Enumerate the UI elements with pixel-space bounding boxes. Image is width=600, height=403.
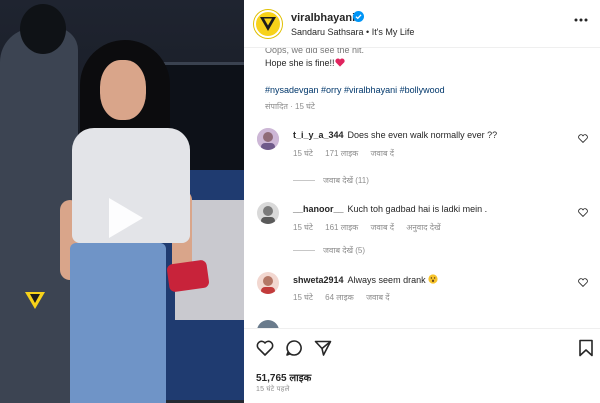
comment-like-count[interactable]: 161 लाइक (325, 223, 358, 232)
replies-divider-line (293, 250, 315, 252)
comments-scroll-area[interactable]: Oops, we did see the hit. Hope she is fi… (244, 48, 600, 328)
view-replies-label: जवाब देखें (11) (323, 176, 369, 185)
comment-reply-button[interactable]: जवाब दें (371, 149, 395, 158)
comment-body: __hanoor__ Kuch toh gadbad hai is ladki m… (293, 204, 487, 214)
avatar-image (257, 128, 279, 150)
comment-username[interactable]: __hanoor__ (293, 204, 344, 214)
account-avatar[interactable] (254, 10, 282, 38)
view-replies-button[interactable]: जवाब देखें (11) (293, 175, 369, 186)
comment-username[interactable]: shweta2914 (293, 275, 344, 285)
avatar-image (257, 202, 279, 224)
heart-icon[interactable] (578, 208, 588, 217)
comment-text: Kuch toh gadbad hai is ladki mein . (347, 204, 488, 214)
heart-icon[interactable] (256, 339, 274, 357)
red-heart-emoji-icon (334, 58, 345, 67)
audio-subtitle[interactable]: Sandaru Sathsara • It's My Life (291, 27, 414, 37)
viralbhayani-watermark-logo (25, 292, 45, 309)
person-jeans (70, 243, 166, 403)
play-icon[interactable] (101, 196, 145, 240)
person-left-head (20, 4, 66, 54)
person-face (100, 60, 146, 120)
avatar-image (257, 272, 279, 294)
post-detail-panel: viralbhayani Sandaru Sathsara • It's My … (244, 0, 600, 403)
caption-line-2: Hope she is fine!! (265, 57, 585, 70)
post-caption: Oops, we did see the hit. Hope she is fi… (265, 48, 585, 70)
post-header: viralbhayani Sandaru Sathsara • It's My … (244, 0, 600, 48)
likes-count[interactable]: 51,765 लाइक (256, 370, 311, 384)
heart-icon[interactable] (578, 134, 588, 143)
edited-timestamp: संपादित · 15 घंटे (265, 102, 315, 111)
comment-reply-button[interactable]: जवाब दें (371, 223, 395, 232)
comment-time: 15 घंटे (293, 293, 313, 302)
red-bag (166, 259, 210, 293)
logo-icon (260, 17, 276, 31)
comment-avatar[interactable] (257, 320, 279, 328)
comment-meta: 15 घंटे 161 लाइक जवाब दें अनुवाद देखें (293, 222, 451, 233)
astonished-face-emoji-icon (428, 274, 438, 284)
caption-hashtags[interactable]: #nysadevgan #orry #viralbhayani #bollywo… (265, 85, 445, 95)
comment-text: Does she even walk normally ever ?? (347, 130, 498, 140)
account-username[interactable]: viralbhayani (291, 12, 355, 24)
comment-time: 15 घंटे (293, 223, 313, 232)
comment-meta: 15 घंटे 171 लाइक जवाब दें (293, 148, 404, 159)
comment-avatar[interactable] (257, 202, 279, 224)
comment-like-count[interactable]: 64 लाइक (325, 293, 354, 302)
replies-divider-line (293, 180, 315, 182)
post-timestamp: 15 घंटे पहले (256, 386, 290, 393)
view-replies-label: जवाब देखें (5) (323, 246, 366, 255)
comment-text: Always seem drank (347, 275, 426, 285)
comment-like-count[interactable]: 171 लाइक (325, 149, 358, 158)
share-icon[interactable] (314, 339, 332, 357)
comment-username[interactable]: t_i_y_a_344 (293, 130, 344, 140)
comment-avatar[interactable] (257, 128, 279, 150)
comment-time: 15 घंटे (293, 149, 313, 158)
caption-line-1: Oops, we did see the hit. (265, 48, 365, 55)
post-video[interactable] (0, 0, 244, 403)
view-replies-button[interactable]: जवाब देखें (5) (293, 245, 365, 256)
comment-body: t_i_y_a_344 Does she even walk normally e… (293, 130, 497, 140)
comment-icon[interactable] (285, 339, 303, 357)
comment-body: shweta2914 Always seem drank (293, 274, 438, 285)
bookmark-icon[interactable] (577, 339, 595, 357)
comment-avatar[interactable] (257, 272, 279, 294)
post-actions-bar: 51,765 लाइक 15 घंटे पहले (244, 328, 600, 403)
comment-meta: 15 घंटे 64 लाइक जवाब दें (293, 292, 400, 303)
verified-badge-icon (353, 11, 364, 22)
translate-button[interactable]: अनुवाद देखें (406, 223, 440, 232)
caption-line-2-text: Hope she is fine!! (265, 58, 335, 68)
comment-reply-button[interactable]: जवाब दें (366, 293, 390, 302)
more-horizontal-icon[interactable] (574, 17, 588, 23)
heart-icon[interactable] (578, 278, 588, 287)
